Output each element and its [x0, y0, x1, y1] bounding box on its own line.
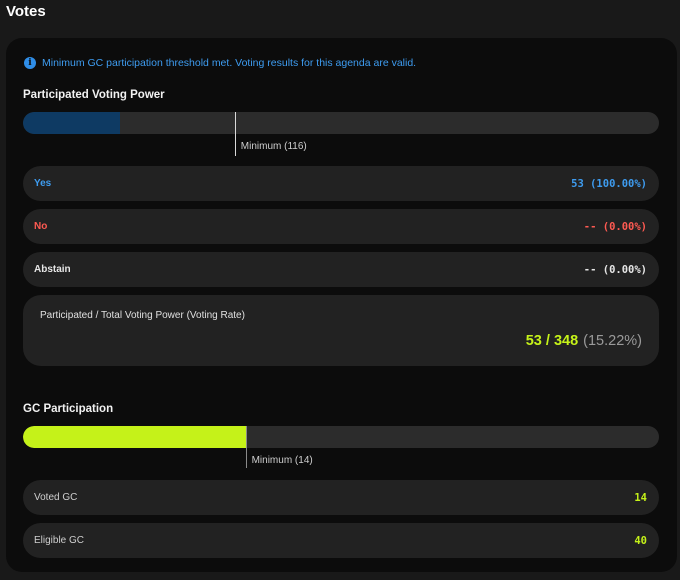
notice-text: Minimum GC participation threshold met. … [42, 56, 417, 69]
gc-participation-bar-fill [23, 426, 246, 448]
gc-participation-title: GC Participation [23, 403, 114, 415]
voting-power-minimum-label: Minimum (116) [240, 141, 307, 152]
gc-value-eligible: 40 [634, 534, 647, 547]
voting-rate-values: 53 / 348 (15.22%) [526, 333, 642, 349]
gc-label-voted: Voted GC [34, 492, 78, 503]
voting-power-bar-fill [23, 112, 120, 134]
vote-label-abstain: Abstain [34, 264, 71, 275]
voting-rate-label: Participated / Total Voting Power (Votin… [40, 310, 245, 321]
vote-row-yes: Yes 53 (100.00%) [23, 166, 659, 201]
voting-power-bar [23, 112, 659, 134]
vote-value-no: -- (0.00%) [583, 220, 647, 233]
vote-row-abstain: Abstain -- (0.00%) [23, 252, 659, 287]
voting-rate-value: 53 / 348 [525, 333, 579, 349]
gc-minimum-label: Minimum (14) [251, 455, 313, 466]
threshold-notice: i Minimum GC participation threshold met… [24, 56, 416, 69]
voting-rate-percent: (15.22%) [583, 333, 642, 349]
gc-threshold-marker [245, 426, 247, 468]
votes-card: i Minimum GC participation threshold met… [6, 38, 677, 572]
gc-row-voted: Voted GC 14 [23, 480, 659, 515]
vote-row-no: No -- (0.00%) [23, 209, 659, 244]
gc-label-eligible: Eligible GC [34, 535, 85, 546]
page-title: Votes [6, 3, 46, 20]
voting-power-title: Participated Voting Power [23, 89, 165, 101]
vote-label-no: No [34, 221, 48, 232]
info-icon: i [24, 56, 36, 69]
vote-value-abstain: -- (0.00%) [583, 263, 647, 276]
vote-label-yes: Yes [34, 178, 52, 189]
voting-power-threshold-marker [234, 112, 236, 156]
gc-row-eligible: Eligible GC 40 [23, 523, 659, 558]
vote-value-yes: 53 (100.00%) [571, 177, 647, 190]
gc-value-voted: 14 [634, 491, 647, 504]
gc-participation-bar [23, 426, 659, 448]
voting-rate-box: Participated / Total Voting Power (Votin… [23, 295, 659, 366]
